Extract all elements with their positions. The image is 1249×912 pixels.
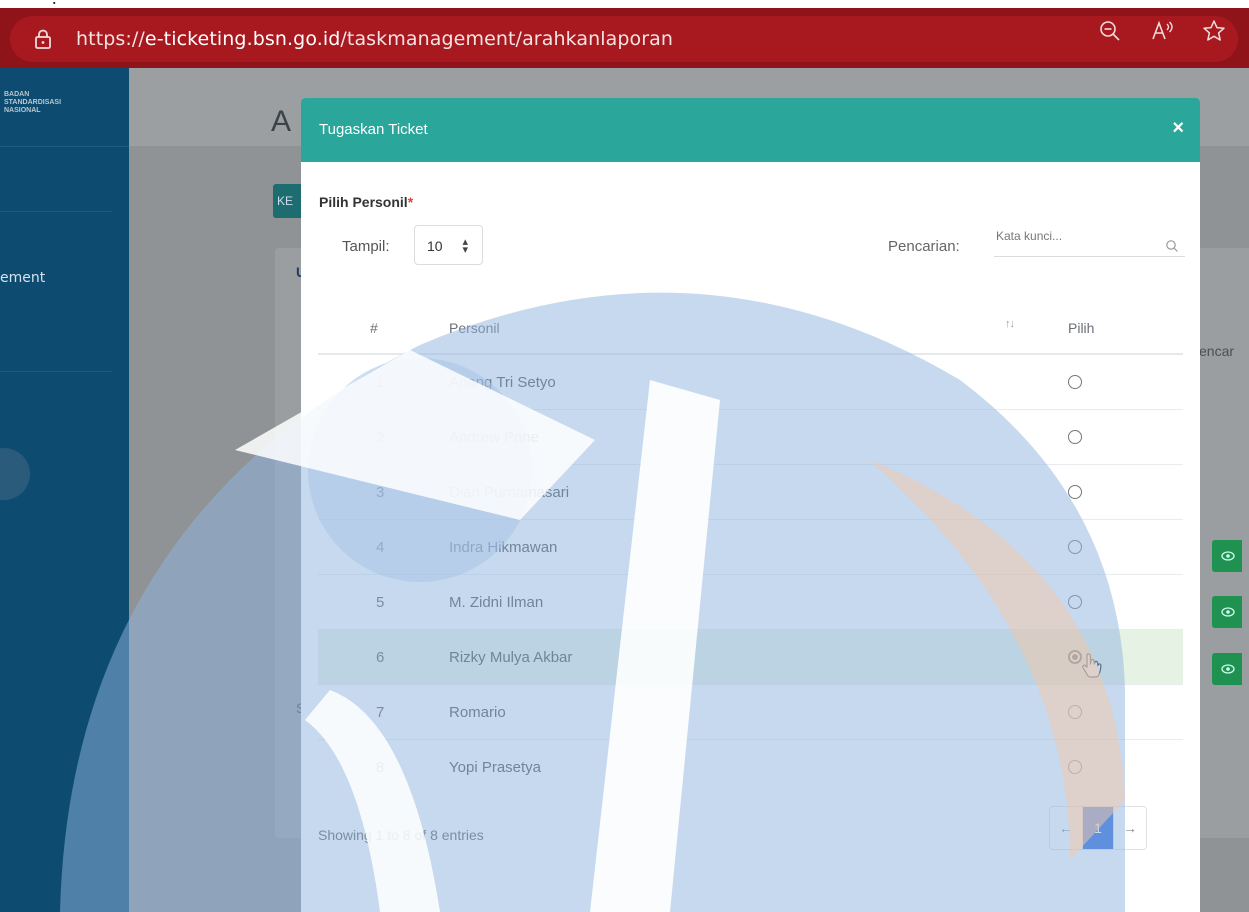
pagination: ← 1 →	[1049, 806, 1147, 850]
divider	[0, 211, 112, 212]
table-header: # Personil ↑↓ Pilih	[318, 298, 1183, 355]
page-size-label: Tampil:	[342, 238, 390, 255]
read-aloud-icon[interactable]	[1149, 18, 1175, 44]
zoom-out-icon[interactable]	[1097, 18, 1123, 44]
hand-cursor-icon	[1082, 653, 1102, 678]
row-number: 4	[376, 539, 385, 556]
view-button[interactable]	[1212, 540, 1242, 572]
row-number: 2	[376, 429, 385, 446]
table-row[interactable]: 8 Yopi Prasetya	[318, 740, 1183, 795]
pick-radio[interactable]	[1068, 595, 1082, 609]
row-number: 7	[376, 704, 385, 721]
divider	[0, 146, 129, 147]
personnel-name: Anang Tri Setyo	[449, 374, 556, 391]
column-pick[interactable]: Pilih	[1068, 320, 1094, 336]
pick-radio[interactable]	[1068, 375, 1082, 389]
background-search-label: encar	[1199, 343, 1235, 359]
personnel-table: # Personil ↑↓ Pilih 1 Anang Tri Setyo 2 …	[318, 298, 1183, 795]
select-arrows-icon: ▴ ▾	[462, 236, 468, 256]
page-size-select[interactable]: 10 ▴ ▾	[414, 225, 483, 265]
entries-info: Showing 1 to 8 of 8 entries	[318, 827, 484, 843]
page-title: A	[271, 105, 292, 138]
personnel-name: Rizky Mulya Akbar	[449, 649, 573, 666]
logo: BADAN STANDARDISASI NASIONAL	[4, 91, 62, 114]
url-text[interactable]: https://e-ticketing.bsn.go.id/taskmanage…	[76, 28, 673, 50]
next-page-button[interactable]: →	[1114, 807, 1146, 849]
personnel-name: Dian Purnamasari	[449, 484, 570, 501]
table-row[interactable]: 1 Anang Tri Setyo	[318, 355, 1183, 410]
search-input[interactable]	[994, 226, 1185, 257]
modal-header: Tugaskan Ticket ×	[301, 98, 1200, 162]
url-field[interactable]: https://e-ticketing.bsn.go.id/taskmanage…	[10, 16, 1238, 62]
pick-radio[interactable]	[1068, 485, 1082, 499]
pick-radio[interactable]	[1068, 430, 1082, 444]
column-personnel[interactable]: Personil	[449, 320, 500, 336]
required-mark: *	[407, 194, 414, 210]
row-number: 1	[376, 374, 385, 391]
sidebar-toggle[interactable]	[0, 448, 30, 500]
page-1-button[interactable]: 1	[1082, 807, 1114, 849]
modal-title: Tugaskan Ticket	[319, 121, 428, 138]
sort-icon[interactable]: ↑↓	[1005, 318, 1015, 330]
prev-page-button[interactable]: ←	[1050, 807, 1082, 849]
page-size-value: 10	[427, 238, 443, 254]
select-personnel-label: Pilih Personil*	[319, 194, 414, 210]
lock-icon[interactable]	[32, 28, 54, 50]
table-row[interactable]: 3 Dian Purnamasari	[318, 465, 1183, 520]
view-button[interactable]	[1212, 653, 1242, 685]
favorite-star-icon[interactable]	[1201, 18, 1227, 44]
row-number: 5	[376, 594, 385, 611]
search-label: Pencarian:	[888, 238, 960, 255]
table-row[interactable]: 2 Andrew Pane	[318, 410, 1183, 465]
pick-radio[interactable]	[1068, 705, 1082, 719]
assign-ticket-modal: Tugaskan Ticket × Pilih Personil* Tampil…	[301, 98, 1200, 912]
table-row-selected[interactable]: 6 Rizky Mulya Akbar	[318, 630, 1183, 685]
row-number: 8	[376, 759, 385, 776]
personnel-name: Indra Hikmawan	[449, 539, 558, 556]
pick-radio[interactable]	[1068, 760, 1082, 774]
personnel-name: Andrew Pane	[449, 429, 540, 446]
personnel-name: Yopi Prasetya	[449, 759, 542, 776]
browser-address-bar: https://e-ticketing.bsn.go.id/taskmanage…	[0, 8, 1249, 68]
row-number: 6	[376, 649, 385, 666]
back-button[interactable]: KE	[273, 184, 303, 218]
close-icon[interactable]: ×	[1172, 118, 1184, 138]
pick-radio[interactable]	[1068, 540, 1082, 554]
row-number: 3	[376, 484, 385, 501]
column-number[interactable]: #	[370, 320, 378, 336]
view-button[interactable]	[1212, 596, 1242, 628]
table-row[interactable]: 4 Indra Hikmawan	[318, 520, 1183, 575]
table-row[interactable]: 7 Romario	[318, 685, 1183, 740]
table-row[interactable]: 5 M. Zidni Ilman	[318, 575, 1183, 630]
url-host: e-ticketing.bsn.go.id	[144, 28, 341, 50]
sidebar: BADAN STANDARDISASI NASIONAL ement	[0, 68, 129, 912]
search-icon[interactable]	[1165, 239, 1179, 253]
sidebar-item-management[interactable]: ement	[0, 270, 45, 286]
url-path: /taskmanagement/arahkanlaporan	[340, 28, 674, 50]
personnel-name: Romario	[449, 704, 506, 721]
divider	[0, 371, 112, 372]
document-caption-strip: .	[0, 0, 1249, 8]
personnel-name: M. Zidni Ilman	[449, 594, 544, 611]
